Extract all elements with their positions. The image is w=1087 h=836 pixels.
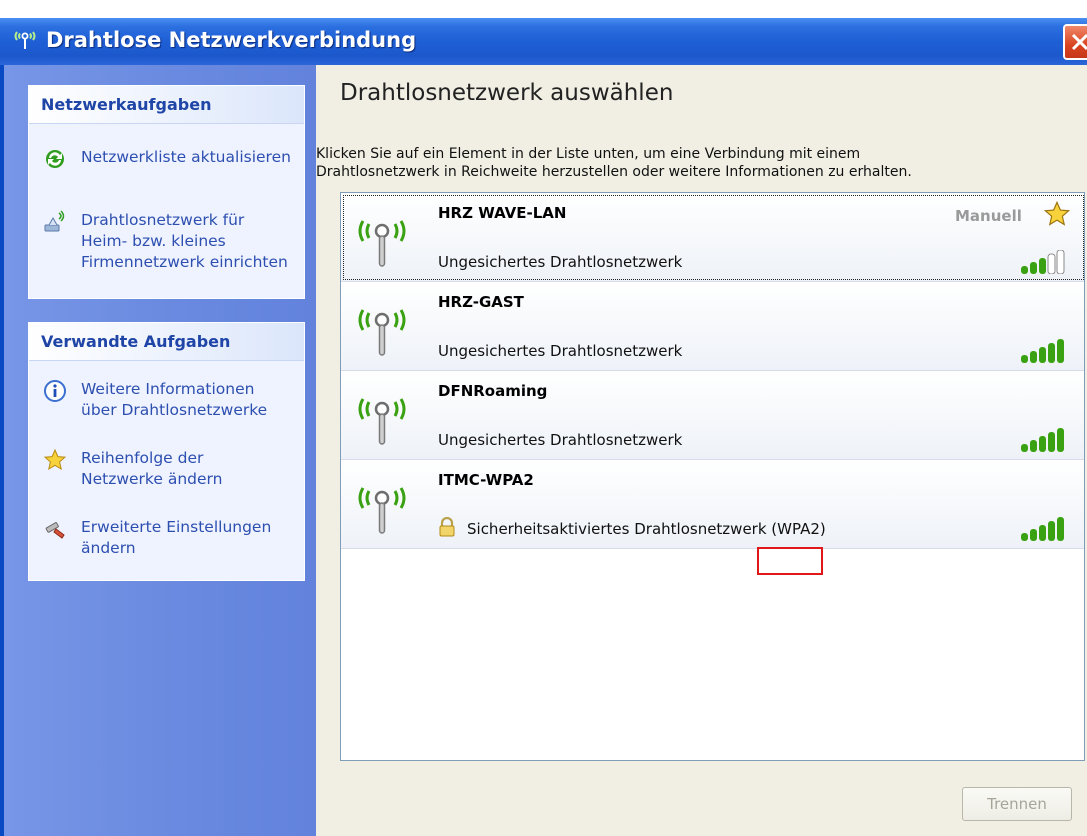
task-more-info[interactable]: Weitere Informationen über Drahtlosnetzw… bbox=[29, 379, 305, 423]
close-icon bbox=[1071, 33, 1087, 51]
network-description: Ungesichertes Drahtlosnetzwerk bbox=[438, 342, 683, 360]
task-refresh-network-list[interactable]: Netzwerkliste aktualisieren bbox=[29, 147, 305, 171]
wpa2-highlight-box bbox=[757, 547, 823, 575]
signal-strength-icon bbox=[1021, 339, 1064, 363]
refresh-icon bbox=[46, 150, 64, 168]
star-icon bbox=[43, 448, 67, 471]
wireless-network-icon bbox=[14, 31, 36, 49]
related-tasks-header[interactable]: Verwandte Aufgaben bbox=[29, 323, 304, 361]
title-bar[interactable]: Drahtlose Netzwerkverbindung bbox=[0, 18, 1087, 65]
network-item-dfnroaming[interactable]: DFNRoaming Ungesichertes Drahtlosnetzwer… bbox=[341, 371, 1084, 460]
signal-strength-icon bbox=[1021, 250, 1065, 274]
task-change-order[interactable]: Reihenfolge der Netzwerke ändern bbox=[29, 448, 305, 492]
network-status: Manuell bbox=[955, 207, 1022, 225]
wireless-antenna-icon bbox=[358, 398, 406, 445]
network-item-hrz-gast[interactable]: HRZ-GAST Ungesichertes Drahtlosnetzwerk bbox=[341, 282, 1084, 371]
task-label: Erweiterte Einstellungen ändern bbox=[81, 518, 272, 557]
network-name: HRZ-GAST bbox=[438, 293, 524, 311]
network-tasks-panel: Netzwerkaufgaben Netzwerkliste aktualisi… bbox=[28, 85, 305, 299]
main-content: Drahtlosnetzwerk auswählen Klicken Sie a… bbox=[316, 65, 1087, 836]
wireless-antenna-icon bbox=[358, 309, 406, 356]
info-icon bbox=[44, 380, 66, 402]
wireless-network-window: Drahtlose Netzwerkverbindung Netzwerkauf… bbox=[0, 0, 1087, 836]
network-item-hrz-wave-lan[interactable]: HRZ WAVE-LAN Manuell Ungesichertes Draht… bbox=[341, 193, 1084, 282]
signal-strength-icon bbox=[1021, 428, 1064, 452]
task-pane: Netzwerkaufgaben Netzwerkliste aktualisi… bbox=[0, 65, 316, 836]
disconnect-button[interactable]: Trennen bbox=[962, 787, 1072, 821]
page-title: Drahtlosnetzwerk auswählen bbox=[340, 80, 674, 106]
instruction-text: Klicken Sie auf ein Element in der Liste… bbox=[316, 146, 912, 180]
wireless-antenna-icon bbox=[358, 487, 406, 534]
network-tasks-header[interactable]: Netzwerkaufgaben bbox=[29, 86, 304, 124]
network-name: ITMC-WPA2 bbox=[438, 471, 534, 489]
task-label: Reihenfolge der Netzwerke ändern bbox=[81, 449, 223, 488]
network-name: DFNRoaming bbox=[438, 382, 548, 400]
lock-icon bbox=[439, 517, 455, 537]
close-button[interactable] bbox=[1063, 24, 1087, 60]
task-label: Drahtlosnetzwerk für Heim- bzw. kleines … bbox=[81, 211, 288, 271]
network-list[interactable]: HRZ WAVE-LAN Manuell Ungesichertes Draht… bbox=[340, 192, 1085, 761]
task-label: Weitere Informationen über Drahtlosnetzw… bbox=[81, 380, 268, 419]
task-label: Netzwerkliste aktualisieren bbox=[81, 148, 291, 166]
network-tasks-title: Netzwerkaufgaben bbox=[41, 95, 212, 114]
signal-strength-icon bbox=[1021, 517, 1064, 541]
settings-icon bbox=[45, 522, 65, 539]
related-tasks-title: Verwandte Aufgaben bbox=[41, 332, 231, 351]
network-description: Ungesichertes Drahtlosnetzwerk bbox=[438, 431, 683, 449]
network-description: Ungesichertes Drahtlosnetzwerk bbox=[438, 253, 683, 271]
task-setup-wireless-network[interactable]: Drahtlosnetzwerk für Heim- bzw. kleines … bbox=[29, 210, 305, 276]
wireless-setup-icon bbox=[44, 210, 65, 232]
preferred-star-icon bbox=[1043, 200, 1071, 226]
wireless-antenna-icon bbox=[358, 220, 406, 267]
network-description: Sicherheitsaktiviertes Drahtlosnetzwerk … bbox=[467, 520, 826, 538]
network-item-itmc-wpa2[interactable]: ITMC-WPA2 Sicherheitsaktiviertes Drahtlo… bbox=[341, 460, 1084, 549]
related-tasks-panel: Verwandte Aufgaben Weitere Informationen… bbox=[28, 322, 305, 581]
window-title: Drahtlose Netzwerkverbindung bbox=[46, 28, 417, 52]
network-name: HRZ WAVE-LAN bbox=[438, 204, 567, 222]
task-advanced-settings[interactable]: Erweiterte Einstellungen ändern bbox=[29, 517, 305, 561]
